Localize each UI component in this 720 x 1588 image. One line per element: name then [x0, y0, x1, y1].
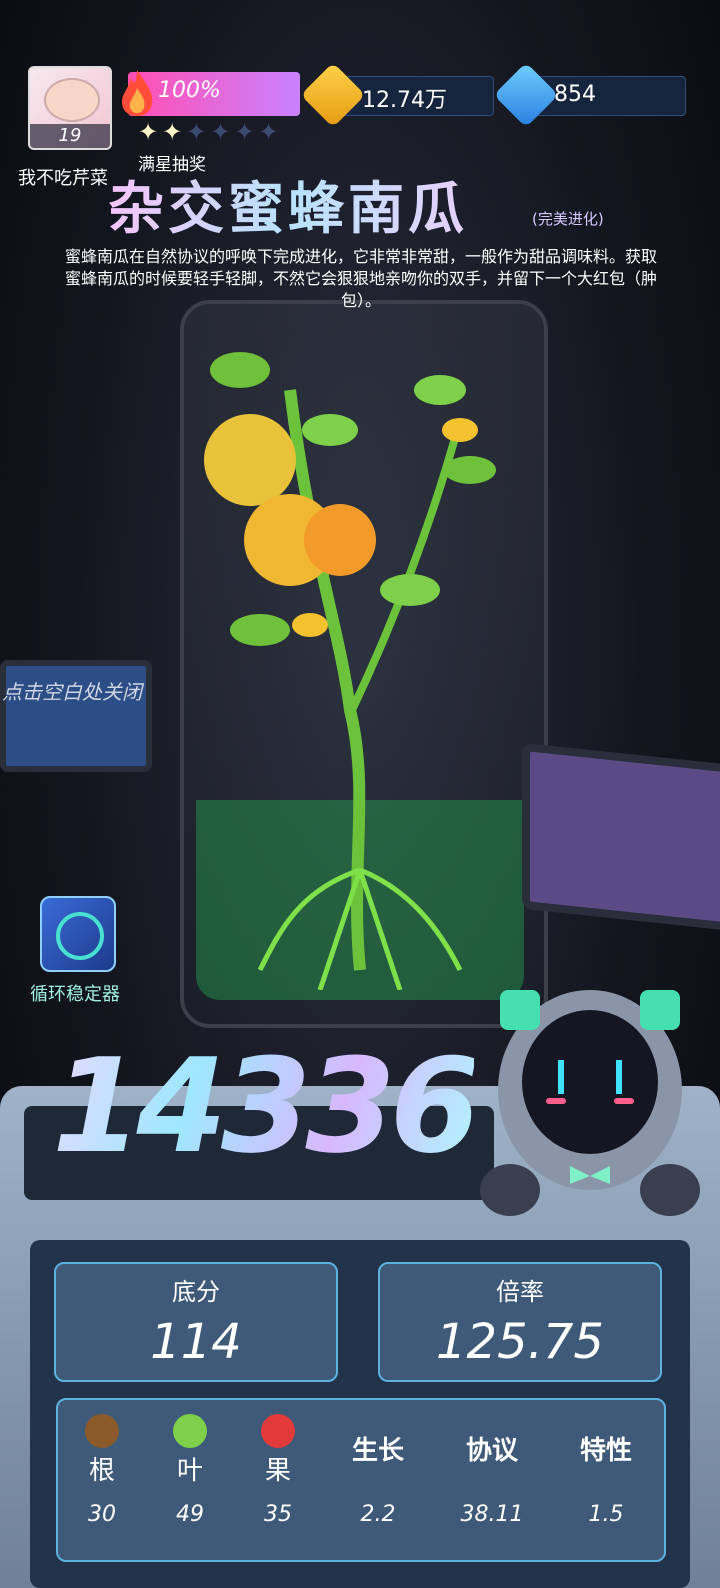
gem-value: 854	[554, 82, 596, 107]
stat-value: 2.2	[360, 1502, 396, 1527]
stat-leaf: 叶 49	[150, 1400, 230, 1527]
stat-root: 根 30	[62, 1400, 142, 1527]
evolution-tag: (完美进化)	[532, 210, 604, 228]
star-icon: ✦	[210, 118, 235, 146]
player-avatar[interactable]: 19	[28, 66, 112, 150]
stat-value: 30	[88, 1502, 116, 1527]
right-monitor	[522, 742, 720, 932]
star-icon: ✦	[234, 118, 259, 146]
root-icon	[85, 1414, 119, 1448]
plant-description: 蜜蜂南瓜在自然协议的呼唤下完成进化，它非常非常甜，一般作为甜品调味料。获取蜜蜂南…	[64, 247, 657, 310]
stat-fruit: 果 35	[238, 1400, 318, 1527]
stat-protocol: 协议 38.11	[452, 1400, 532, 1527]
robot-mascot	[480, 990, 700, 1216]
player-name: 我不吃芹菜	[18, 168, 108, 189]
multiplier-label: 倍率	[496, 1278, 544, 1306]
stats-table: 根 30 叶 49 果 35 生长 2.2 协议 38.11 特性 1.5	[56, 1398, 666, 1562]
star-icon: ✦	[258, 118, 283, 146]
star-rating: ✦✦✦✦✦✦	[138, 118, 283, 146]
cycle-stabilizer-button[interactable]	[40, 896, 116, 972]
hybrid-bee-pumpkin-plant	[204, 352, 496, 990]
player-level: 19	[30, 124, 110, 148]
cycle-stabilizer-label: 循环稳定器	[30, 984, 120, 1005]
star-icon: ✦	[162, 118, 187, 146]
stat-label: 协议	[465, 1436, 518, 1466]
stat-value: 1.5	[588, 1502, 624, 1527]
stat-label: 根	[88, 1456, 115, 1486]
base-score-label: 底分	[172, 1278, 220, 1306]
stat-label: 果	[264, 1456, 291, 1486]
stat-label: 生长	[351, 1436, 404, 1466]
star-icon: ✦	[186, 118, 211, 146]
stat-value: 49	[176, 1502, 204, 1527]
stat-value: 35	[264, 1502, 292, 1527]
close-hint[interactable]: 点击空白处关闭	[2, 676, 142, 705]
star-icon: ✦	[138, 118, 163, 146]
total-score: 14336	[52, 1030, 480, 1182]
fruit-icon	[261, 1414, 295, 1448]
flame-icon	[122, 70, 153, 116]
coin-value: 12.74万	[362, 88, 447, 113]
leaf-icon	[173, 1414, 207, 1448]
stat-label: 特性	[579, 1436, 632, 1466]
multiplier-card: 倍率 125.75	[378, 1262, 662, 1382]
multiplier-value: 125.75	[436, 1314, 604, 1370]
plant-title: 杂交蜜蜂南瓜	[108, 164, 468, 245]
energy-percent: 100%	[158, 78, 221, 103]
stat-value: 38.11	[460, 1502, 524, 1527]
stat-growth: 生长 2.2	[338, 1400, 418, 1527]
avatar-image	[44, 78, 100, 122]
stat-trait: 特性 1.5	[566, 1400, 646, 1527]
base-score-card: 底分 114	[54, 1262, 338, 1382]
stat-label: 叶	[176, 1456, 203, 1486]
base-score-value: 114	[150, 1314, 242, 1370]
coin-icon	[300, 62, 366, 128]
gem-icon	[493, 62, 559, 128]
recycle-icon	[56, 912, 104, 960]
